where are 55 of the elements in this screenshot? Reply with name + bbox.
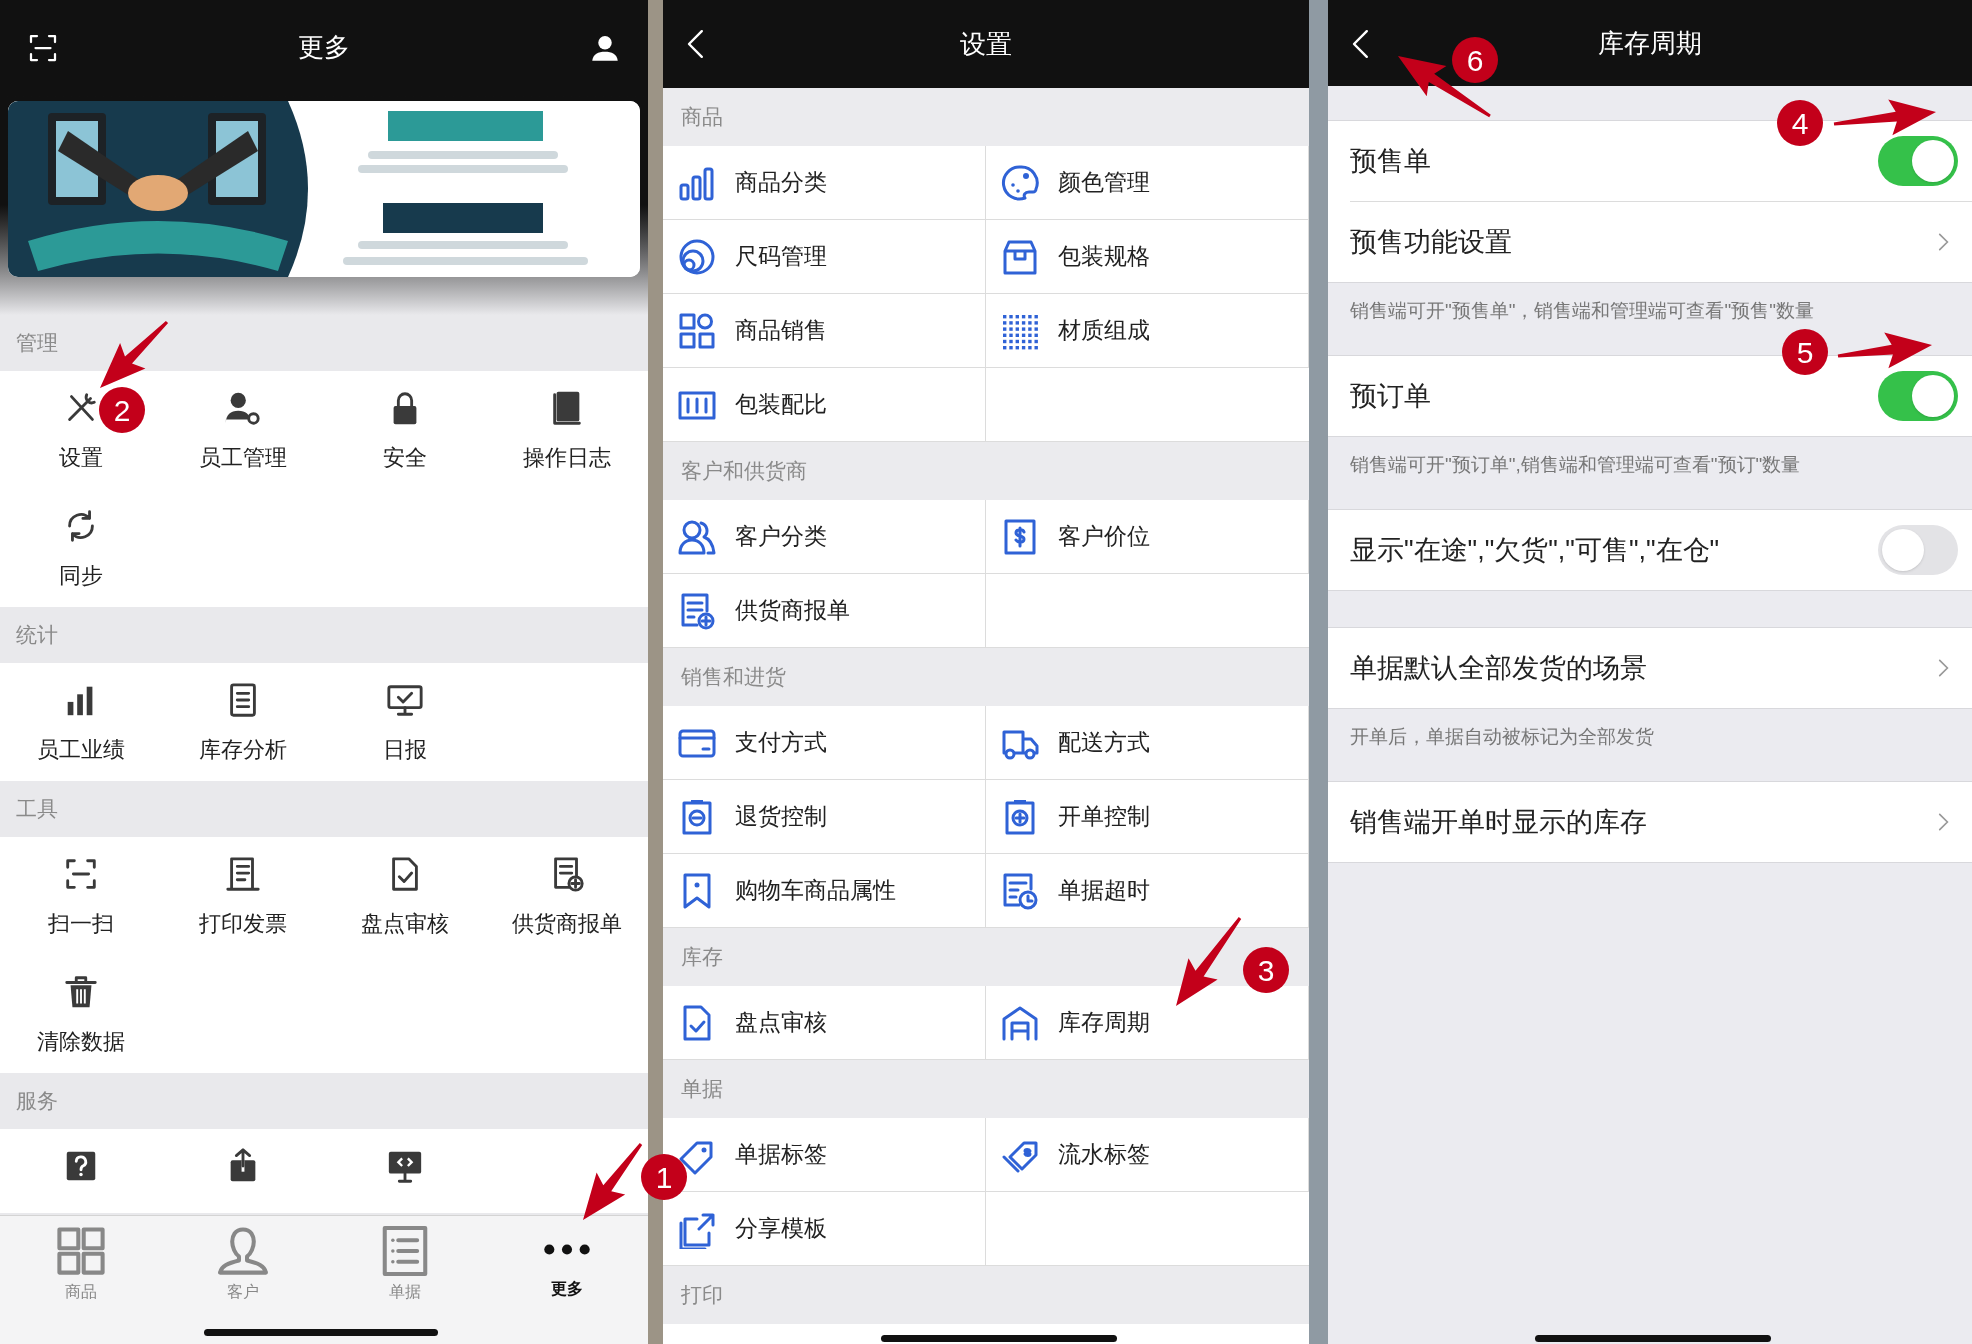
settings-item[interactable]: 盘点审核 (663, 986, 986, 1060)
settings-row[interactable]: 单据默认全部发货的场景 (1328, 628, 1972, 708)
palette-icon (1000, 162, 1040, 203)
settings-item[interactable]: 客户价位 (986, 500, 1309, 574)
settings-row[interactable]: 销售端开单时显示的库存 (1328, 782, 1972, 862)
menu-item[interactable]: 日报 (324, 663, 486, 781)
tab[interactable]: 更多 (486, 1216, 648, 1344)
settings-item[interactable]: 分享模板 (663, 1192, 986, 1266)
settings-item[interactable]: 商品销售 (663, 294, 986, 368)
settings-item[interactable]: 开单控制 (986, 780, 1309, 854)
setting-label: 显示"在途","欠货","可售","在仓" (1350, 533, 1720, 567)
person-icon (216, 1224, 270, 1278)
settings-item[interactable]: 流水标签 (986, 1118, 1309, 1192)
settings-item[interactable]: 包装规格 (986, 220, 1309, 294)
receipt-icon (224, 855, 262, 893)
settings-item[interactable]: 退货控制 (663, 780, 986, 854)
screen-title: 设置 (960, 27, 1012, 61)
setting-note: 销售端可开"预售单"，销售端和管理端可查看"预售"数量 (1350, 300, 1814, 321)
toggle-switch[interactable] (1878, 371, 1958, 421)
setting-note: 销售端可开"预订单",销售端和管理端可查看"预订"数量 (1350, 454, 1801, 475)
settings-row[interactable]: 预售功能设置 (1328, 202, 1972, 282)
menu-item[interactable]: 扫一扫 (0, 837, 162, 955)
settings-item[interactable]: 购物车商品属性 (663, 854, 986, 928)
menu-item[interactable]: 同步 (0, 489, 162, 607)
settings-item[interactable]: 尺码管理 (663, 220, 986, 294)
menu-item[interactable]: 员工业绩 (0, 663, 162, 781)
menu-item[interactable]: 盘点审核 (324, 837, 486, 955)
settings-item[interactable]: 配送方式 (986, 706, 1309, 780)
toggle-switch[interactable] (1878, 136, 1958, 186)
menu-item[interactable]: 员工管理 (162, 371, 324, 489)
settings-item[interactable]: 商品分类 (663, 146, 986, 220)
screen-title: 更多 (298, 31, 350, 64)
grid-icon (54, 1224, 108, 1278)
menu-item[interactable]: 清除数据 (0, 955, 162, 1073)
settings-item[interactable]: 客户分类 (663, 500, 986, 574)
more-icon (543, 1243, 591, 1256)
setting-note: 开单后，单据自动被标记为全部发货 (1350, 726, 1654, 747)
menu-item[interactable]: 操作日志 (486, 371, 648, 489)
settings-item[interactable]: 支付方式 (663, 706, 986, 780)
settings-item[interactable]: 颜色管理 (986, 146, 1309, 220)
menu-item[interactable]: 库存分析 (162, 663, 324, 781)
menu-item[interactable]: 供货商报单 (486, 837, 648, 955)
menu-item[interactable]: 安全 (324, 371, 486, 489)
screen-title: 库存周期 (1598, 26, 1702, 60)
settings-item[interactable]: 单据超时 (986, 854, 1309, 928)
settings-item[interactable]: 库存周期 (986, 986, 1309, 1060)
setting-label: 预售单 (1350, 144, 1431, 178)
scan-icon (28, 32, 58, 63)
setting-label: 预订单 (1350, 379, 1431, 413)
toggle-switch[interactable] (1878, 525, 1958, 575)
settings-item[interactable]: 材质组成 (986, 294, 1309, 368)
settings-item[interactable]: 包装配比 (663, 368, 986, 442)
arrow (100, 320, 169, 388)
settings-item[interactable]: 供货商报单 (663, 574, 986, 648)
menu-item[interactable]: 打印发票 (162, 837, 324, 955)
